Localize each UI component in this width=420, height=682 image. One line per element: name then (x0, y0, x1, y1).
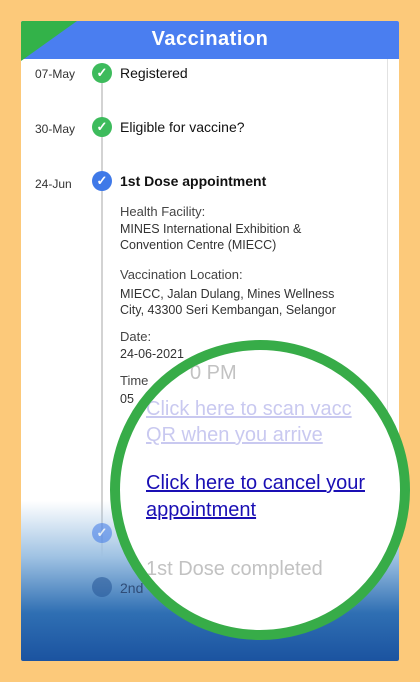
next-step-label: 2nd (120, 580, 144, 596)
health-facility-label: Health Facility: (120, 204, 206, 219)
corner-ribbon (21, 21, 77, 61)
timeline-status: Registered (120, 65, 188, 81)
scan-qr-link-2[interactable]: QR when you arrive (146, 424, 323, 447)
location-label: Vaccination Location: (120, 267, 243, 282)
cancel-appointment-link-2[interactable]: appointment (146, 499, 256, 522)
dose-completed-text: 1st Dose completed (146, 558, 323, 580)
health-facility-value: MINES International Exhibition & (120, 222, 302, 236)
zoom-time-text: 0 PM (190, 362, 237, 384)
check-icon: ✓ (92, 63, 112, 83)
scan-qr-link[interactable]: Click here to scan vacc (146, 398, 352, 421)
pending-dot-icon (92, 577, 112, 597)
timeline-date: 07-May (35, 67, 76, 81)
timeline-date: 30-May (35, 122, 76, 136)
timeline-status: Eligible for vaccine? (120, 119, 245, 135)
magnifier-callout: 0 PM Click here to scan vacc QR when you… (110, 340, 410, 640)
check-icon: ✓ (92, 117, 112, 137)
timeline-status: 1st Dose appointment (120, 173, 267, 189)
page-title: Vaccination (151, 28, 269, 50)
location-value-2: City, 43300 Seri Kembangan, Selangor (120, 303, 336, 317)
location-value: MIECC, Jalan Dulang, Mines Wellness (120, 287, 335, 301)
timeline-date: 24-Jun (35, 177, 72, 191)
app-header: Vaccination (21, 21, 399, 59)
health-facility-value-2: Convention Centre (MIECC) (120, 238, 277, 252)
time-label: Time (120, 373, 149, 388)
date-label: Date: (120, 329, 152, 344)
check-icon: ✓ (92, 523, 112, 543)
cancel-appointment-link[interactable]: Click here to cancel your (146, 472, 365, 495)
check-icon: ✓ (92, 171, 112, 191)
